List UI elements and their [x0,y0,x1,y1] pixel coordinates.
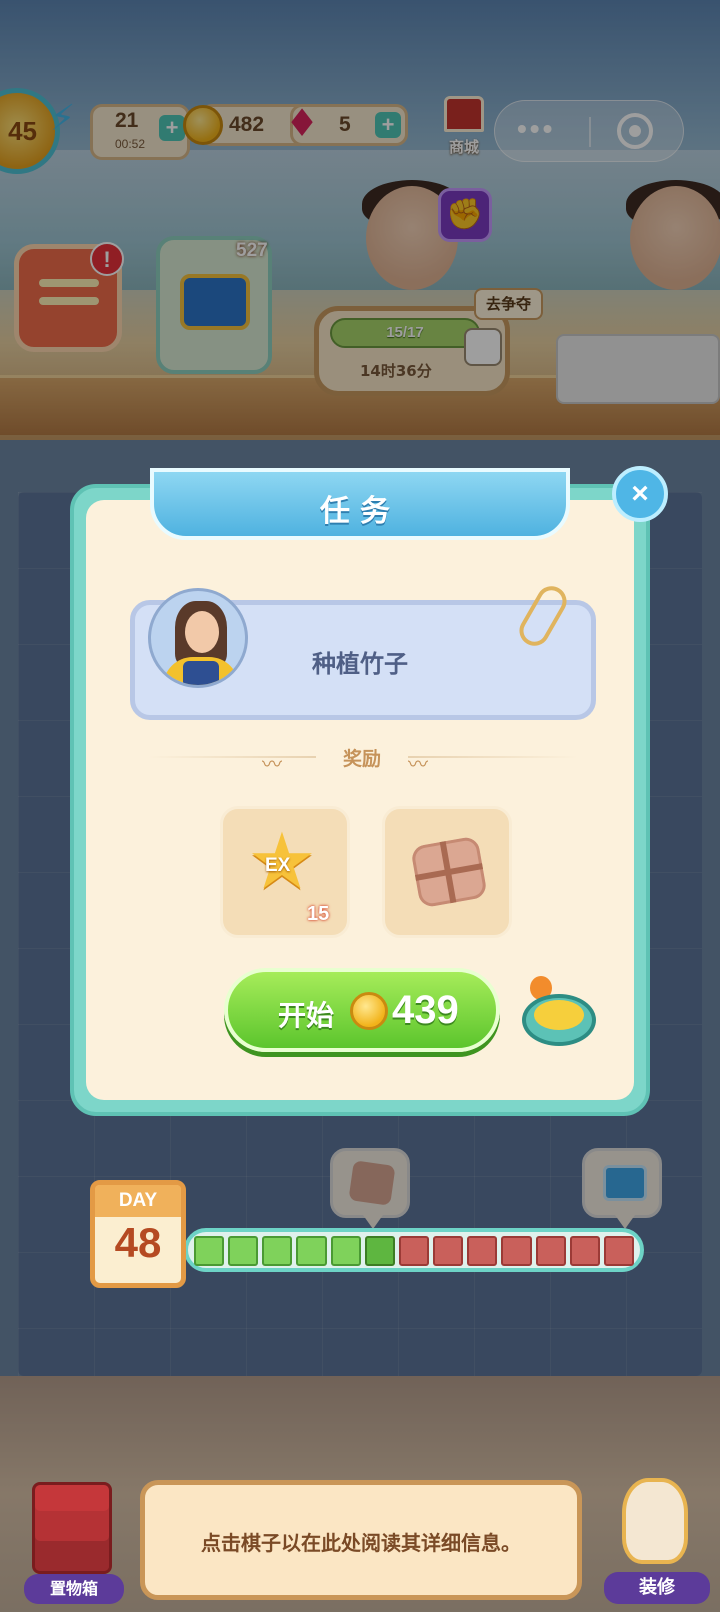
day-label: DAY [95,1185,181,1217]
avatar-apron [183,661,219,685]
storage-box-icon [32,1482,112,1574]
decorate-label: 装修 [604,1572,710,1604]
swirl-left-icon: 〰 [262,752,282,776]
start-button[interactable]: 开始 439 [224,968,500,1052]
day-progress-track [184,1228,644,1272]
task-name: 种植竹子 [312,650,408,678]
reward-label: 奖励 [316,744,408,770]
day-calendar: DAY 48 [90,1180,186,1288]
piece-info-text: 点击棋子以在此处阅读其详细信息。 [201,1531,521,1555]
day-progress-segment-todo [467,1236,498,1266]
pot-soup [534,1000,584,1030]
ex-label: EX [265,855,291,876]
day-progress-segment-todo [433,1236,464,1266]
avatar-face [185,611,219,653]
dialog-title: 任务 [320,494,400,529]
decorate-icon [622,1478,688,1564]
close-button[interactable]: × [612,466,668,522]
day-progress-segment-done [228,1236,259,1266]
storage-button[interactable]: 置物箱 [24,1482,124,1608]
day-progress-segment-done [330,1236,361,1266]
start-price: 439 [392,988,459,1032]
decorate-button[interactable]: 装修 [604,1478,710,1608]
ex-count: 15 [307,903,330,925]
piece-info-panel: 点击棋子以在此处阅读其详细信息。 [140,1480,582,1600]
day-progress-segment-todo [501,1236,532,1266]
reward-slot-ex[interactable]: ★ EX 15 [220,806,350,938]
avatar [148,588,248,688]
reward-slot-parcel[interactable] [382,806,512,938]
storage-label: 置物箱 [24,1574,124,1604]
coin-icon [350,992,388,1030]
day-progress-segment-done [194,1236,225,1266]
day-progress-segment-todo [398,1236,430,1266]
dialog-title-ribbon: 任务 [150,468,570,540]
soup-pot-icon [518,976,600,1052]
day-progress-segment-done [262,1236,293,1266]
day-progress-segment-todo [535,1236,566,1266]
day-progress-segment-done [296,1236,327,1266]
day-progress-segment-todo [569,1236,600,1266]
parcel-icon [410,835,488,909]
swirl-right-icon: 〰 [408,752,428,776]
start-label: 开始 [278,999,335,1032]
day-progress-segment-todo [603,1236,635,1266]
day-number: 48 [114,1219,162,1266]
day-progress-segment-current [364,1236,395,1266]
